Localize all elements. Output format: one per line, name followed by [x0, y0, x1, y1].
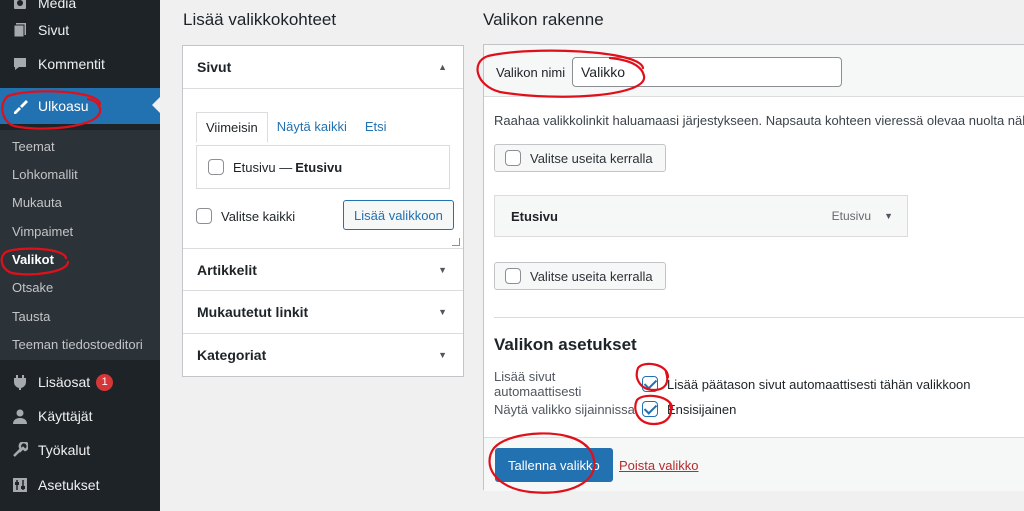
delete-menu-link[interactable]: Poista valikko: [619, 458, 698, 473]
menu-instructions: Raahaa valikkolinkit haluamaasi järjesty…: [494, 113, 1024, 128]
users-icon: [10, 406, 30, 426]
select-all-label: Valitse kaikki: [221, 208, 296, 224]
bulk-select-label: Valitse useita kerralla: [530, 268, 653, 284]
caret-down-icon: ▼: [438, 306, 447, 317]
sidebar-item-pages[interactable]: Sivut: [0, 13, 160, 47]
caret-up-icon: ▲: [438, 62, 447, 72]
menu-item-home[interactable]: Etusivu Etusivu ▼: [494, 195, 908, 237]
sidebar-item-label: Asetukset: [38, 477, 100, 493]
menu-item-title: Etusivu: [511, 208, 558, 224]
sidebar-item-label: Ulkoasu: [38, 98, 89, 114]
setting-value: Lisää päätason sivut automaattisesti täh…: [667, 376, 971, 392]
select-all-checkbox[interactable]: [196, 208, 212, 224]
setting-value: Ensisijainen: [667, 401, 737, 417]
submenu-item-menus[interactable]: Valikot: [12, 252, 54, 267]
accordion-custom-links[interactable]: Mukautetut linkit ▼: [183, 290, 463, 332]
recent-pages-list: Etusivu — Etusivu: [196, 145, 450, 189]
plugins-icon: [10, 372, 30, 392]
menu-settings-heading: Valikon asetukset: [494, 335, 637, 354]
media-icon: [10, 0, 30, 13]
submenu-item-background[interactable]: Tausta: [12, 309, 50, 324]
sidebar-item-label: Työkalut: [38, 442, 91, 458]
accordion-title: Kategoriat: [197, 346, 267, 363]
save-menu-button[interactable]: Tallenna valikko: [495, 448, 613, 482]
divider: [494, 317, 1024, 318]
menu-name-label: Valikon nimi: [496, 65, 566, 80]
sidebar-item-label: Sivut: [38, 22, 70, 38]
add-menu-items-panel: Sivut ▲ Viimeisin Näytä kaikki Etsi Etus…: [182, 45, 464, 377]
submenu-item-themes[interactable]: Teemat: [12, 139, 55, 154]
sidebar-item-label: Media: [38, 0, 77, 11]
caret-down-icon: ▼: [438, 349, 447, 360]
bulk-select-label: Valitse useita kerralla: [530, 150, 653, 166]
settings-icon: [10, 475, 30, 495]
accordion-title: Sivut: [197, 59, 232, 75]
bulk-select-checkbox: [505, 150, 521, 166]
sidebar-item-label: Kommentit: [38, 56, 105, 72]
select-all-row: Valitse kaikki: [196, 208, 295, 224]
tab-view-all[interactable]: Näytä kaikki: [268, 112, 356, 143]
submenu-item-block-patterns[interactable]: Lohkomallit: [12, 167, 78, 182]
auto-add-pages-checkbox[interactable]: [642, 376, 658, 392]
page-item-label: Etusivu —: [233, 159, 293, 175]
sidebar-item-appearance[interactable]: Ulkoasu: [0, 88, 160, 124]
pages-tabs: Viimeisin Näytä kaikki Etsi: [196, 112, 396, 143]
sidebar-item-label: Lisäosat: [38, 374, 91, 390]
accordion-categories[interactable]: Kategoriat ▼: [183, 333, 463, 375]
sidebar-item-label: Käyttäjät: [38, 408, 93, 424]
page-checkbox-home[interactable]: [208, 159, 224, 175]
tab-search[interactable]: Etsi: [356, 112, 396, 143]
pages-icon: [10, 20, 30, 40]
setting-label: Lisää sivut automaattisesti: [494, 369, 582, 399]
caret-down-icon: ▼: [438, 264, 447, 275]
menu-structure-panel: Valikon nimi Raahaa valikkolinkit haluam…: [483, 44, 1024, 491]
bulk-select-button-bottom[interactable]: Valitse useita kerralla: [494, 262, 666, 290]
appearance-submenu: Teemat Lohkomallit Mukauta Vimpaimet Val…: [0, 130, 160, 360]
tab-recent[interactable]: Viimeisin: [196, 112, 268, 143]
setting-label: Näytä valikko sijainnissa: [494, 401, 635, 417]
menu-item-type: Etusivu: [831, 209, 871, 223]
menu-structure-heading: Valikon rakenne: [483, 10, 604, 29]
sidebar-item-users[interactable]: Käyttäjät: [0, 399, 160, 433]
primary-location-checkbox[interactable]: [642, 401, 658, 417]
caret-down-icon[interactable]: ▼: [884, 211, 893, 221]
admin-sidebar: Media Sivut Kommentit Ulkoasu Teemat Loh…: [0, 0, 160, 511]
setting-auto-add-pages: Lisää sivut automaattisesti Lisää päätas…: [494, 369, 971, 399]
accordion-posts[interactable]: Artikkelit ▼: [183, 248, 463, 290]
sidebar-item-plugins[interactable]: Lisäosat 1: [0, 365, 160, 399]
divider: [183, 88, 463, 89]
setting-display-location: Näytä valikko sijainnissa Ensisijainen: [494, 401, 736, 417]
tools-icon: [10, 440, 30, 460]
submenu-item-widgets[interactable]: Vimpaimet: [12, 224, 73, 239]
accordion-title: Artikkelit: [197, 261, 257, 278]
submenu-item-header[interactable]: Otsake: [12, 280, 53, 295]
active-indicator-arrow: [152, 97, 160, 113]
bulk-select-checkbox: [505, 268, 521, 284]
page-item-type: Etusivu: [295, 159, 343, 175]
sidebar-item-comments[interactable]: Kommentit: [0, 47, 160, 81]
sidebar-item-tools[interactable]: Työkalut: [0, 433, 160, 467]
menu-name-input[interactable]: [572, 57, 842, 87]
resize-handle[interactable]: [452, 238, 460, 246]
add-menu-items-heading: Lisää valikkokohteet: [183, 10, 337, 29]
sidebar-item-settings[interactable]: Asetukset: [0, 468, 160, 502]
add-to-menu-button[interactable]: Lisää valikkoon: [343, 200, 454, 230]
submenu-item-customize[interactable]: Mukauta: [12, 195, 62, 210]
appearance-brush-icon: [10, 96, 30, 116]
menu-footer: Tallenna valikko Poista valikko: [484, 437, 1024, 491]
comments-icon: [10, 54, 30, 74]
bulk-select-button-top[interactable]: Valitse useita kerralla: [494, 144, 666, 172]
accordion-title: Mukautetut linkit: [197, 303, 309, 320]
update-count-badge: 1: [96, 373, 114, 391]
accordion-pages[interactable]: Sivut ▲: [183, 46, 463, 88]
menu-name-bar: Valikon nimi: [484, 45, 1024, 97]
submenu-item-theme-file-editor[interactable]: Teeman tiedostoeditori: [12, 337, 143, 352]
